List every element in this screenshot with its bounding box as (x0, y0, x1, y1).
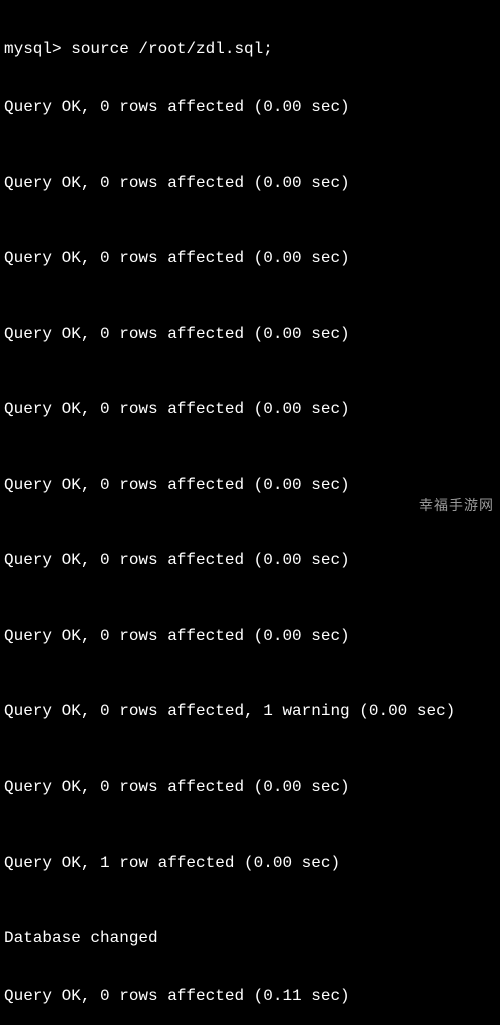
query-result-row: Query OK, 0 rows affected (0.00 sec) (4, 249, 496, 268)
database-changed-text: Database changed (4, 929, 158, 947)
query-result-row: Query OK, 0 rows affected (0.00 sec) (4, 400, 496, 419)
terminal-output: mysql> source /root/zdl.sql; Query OK, 0… (4, 2, 496, 1025)
query-result-text: Query OK, 0 rows affected (0.00 sec) (4, 778, 350, 796)
query-result-row: Query OK, 0 rows affected (0.00 sec) (4, 174, 496, 193)
mysql-command: source /root/zdl.sql; (71, 40, 273, 58)
query-result-row: Query OK, 0 rows affected (0.00 sec) (4, 325, 496, 344)
query-result-text: Query OK, 0 rows affected (0.00 sec) (4, 476, 350, 494)
query-result-text: Query OK, 0 rows affected (0.00 sec) (4, 249, 350, 267)
query-result-row: Query OK, 0 rows affected (0.00 sec) (4, 98, 496, 117)
query-result-text: Query OK, 1 row affected (0.00 sec) (4, 854, 340, 872)
query-result-text: Query OK, 0 rows affected (0.00 sec) (4, 400, 350, 418)
query-result-text: Query OK, 0 rows affected (0.00 sec) (4, 174, 350, 192)
query-result-row: Query OK, 0 rows affected, 1 warning (0.… (4, 702, 496, 721)
query-result-text: Query OK, 0 rows affected, 1 warning (0.… (4, 702, 455, 720)
query-result-row: Query OK, 0 rows affected (0.00 sec) (4, 778, 496, 797)
query-result-text: Query OK, 0 rows affected (0.00 sec) (4, 627, 350, 645)
query-result-row: Query OK, 0 rows affected (0.00 sec) (4, 551, 496, 570)
mysql-prompt-label: mysql> (4, 40, 62, 58)
query-result-row: Query OK, 0 rows affected (0.11 sec) (4, 987, 496, 1006)
mysql-prompt-line[interactable]: mysql> source /root/zdl.sql; (4, 40, 496, 59)
query-result-text: Query OK, 0 rows affected (0.00 sec) (4, 551, 350, 569)
query-result-text: Query OK, 0 rows affected (0.00 sec) (4, 98, 350, 116)
query-result-row: Query OK, 0 rows affected (0.00 sec) (4, 476, 496, 495)
query-result-row: Query OK, 1 row affected (0.00 sec) (4, 854, 496, 873)
query-result-row: Query OK, 0 rows affected (0.00 sec) (4, 627, 496, 646)
database-changed-message: Database changed (4, 929, 496, 948)
query-result-text: Query OK, 0 rows affected (0.00 sec) (4, 325, 350, 343)
query-result-text: Query OK, 0 rows affected (0.11 sec) (4, 987, 350, 1005)
